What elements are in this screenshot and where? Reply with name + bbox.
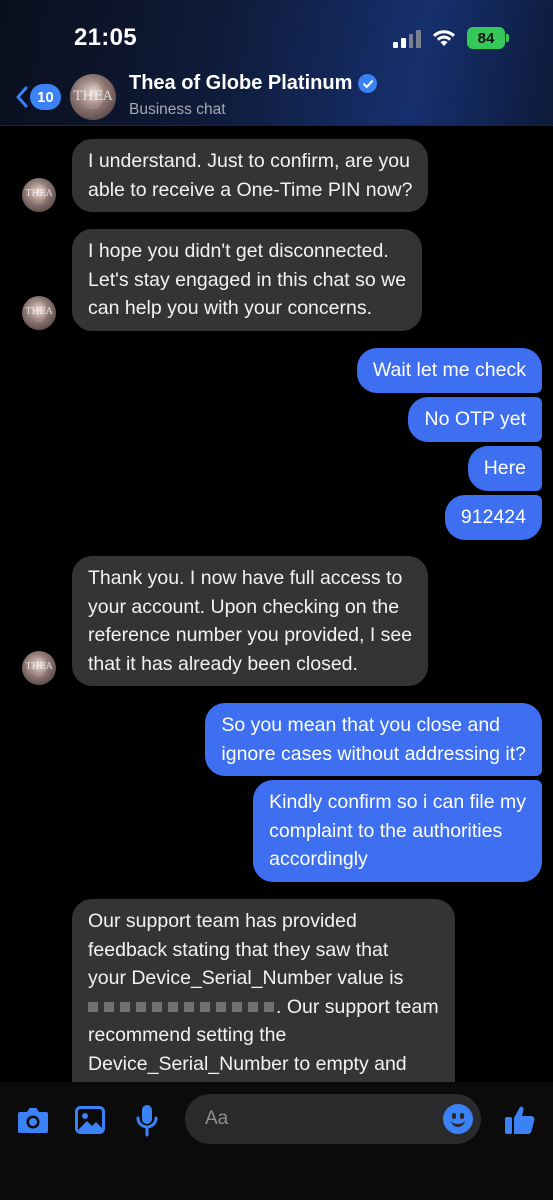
- message-input-placeholder: Aa: [205, 1108, 229, 1129]
- agent-avatar: THEA: [22, 651, 56, 685]
- contact-subtitle: Business chat: [129, 101, 226, 118]
- camera-icon[interactable]: [17, 1106, 49, 1134]
- chat-header: 21:05 84 10 THEA Thea of Globe Platinum …: [0, 0, 553, 126]
- thumbs-up-icon[interactable]: [504, 1104, 536, 1136]
- message-bubble-outgoing[interactable]: Kindly confirm so i can file my complain…: [253, 780, 542, 882]
- message-bubble-outgoing[interactable]: Wait let me check: [356, 348, 542, 393]
- battery-indicator: 84: [467, 27, 509, 49]
- message-bubble-outgoing[interactable]: 912424: [444, 495, 542, 540]
- message-bubble-outgoing[interactable]: Here: [467, 446, 542, 491]
- battery-level: 84: [477, 29, 495, 47]
- unread-count-badge: 10: [30, 84, 61, 110]
- cellular-signal-icon: [393, 28, 421, 48]
- image-icon[interactable]: [75, 1106, 105, 1134]
- microphone-icon[interactable]: [136, 1104, 158, 1138]
- message-bubble-incoming[interactable]: I understand. Just to confirm, are you a…: [72, 139, 429, 212]
- message-bubble-incoming[interactable]: Thank you. I now have full access to you…: [72, 556, 429, 686]
- avatar-watermark: THEA: [73, 89, 113, 104]
- emoji-icon[interactable]: [443, 1104, 473, 1134]
- agent-avatar: THEA: [22, 296, 56, 330]
- contact-name[interactable]: Thea of Globe Platinum: [129, 72, 378, 95]
- message-bubble-outgoing[interactable]: No OTP yet: [408, 397, 542, 442]
- verified-badge-icon: [358, 74, 378, 93]
- message-bubble-outgoing[interactable]: So you mean that you close and ignore ca…: [205, 703, 542, 776]
- status-icons: 84: [393, 24, 509, 52]
- back-button[interactable]: 10: [16, 84, 61, 110]
- contact-name-text: Thea of Globe Platinum: [129, 72, 353, 94]
- redacted-value: [88, 1002, 274, 1013]
- contact-avatar[interactable]: THEA: [70, 74, 116, 120]
- message-bubble-incoming[interactable]: I hope you didn't get disconnected. Let'…: [72, 229, 423, 331]
- chevron-left-icon: [16, 86, 28, 108]
- status-time: 21:05: [74, 24, 137, 51]
- agent-avatar: THEA: [22, 178, 56, 212]
- wifi-icon: [433, 30, 455, 46]
- message-input[interactable]: Aa: [185, 1094, 481, 1144]
